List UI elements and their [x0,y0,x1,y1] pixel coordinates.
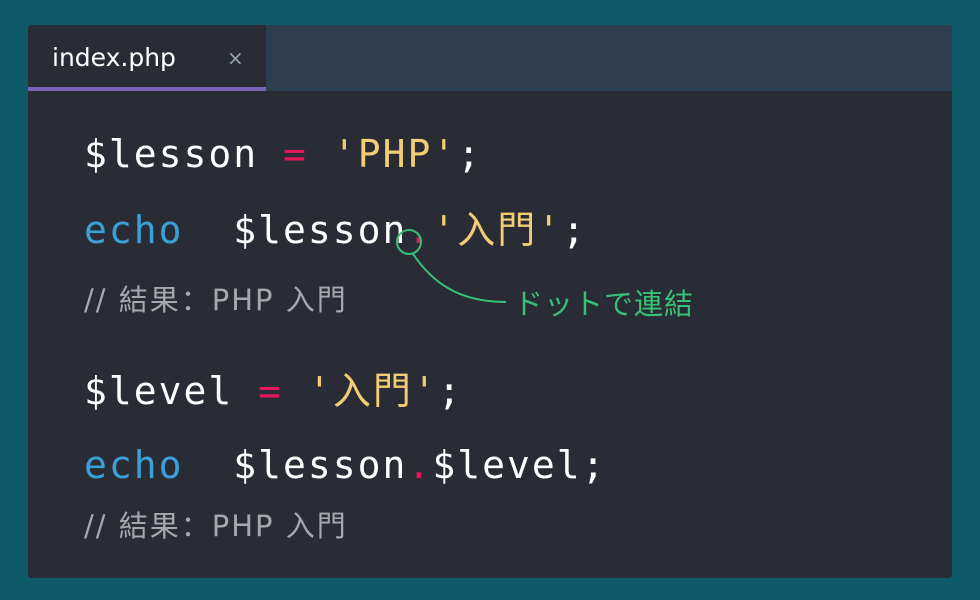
variable: $lesson [233,208,408,252]
tab-title: index.php [52,43,176,72]
assign-operator: = [283,132,308,176]
comment-line-2: // 結果：PHP 入門 [84,509,348,543]
variable: $lesson [84,132,259,176]
semicolon: ; [562,208,587,252]
comment-line-1: // 結果：PHP 入門 [84,283,348,317]
annotation-label: ドットで連結 [514,287,695,321]
tab-bar: index.php × [28,25,952,91]
active-tab-indicator [28,87,266,91]
concat-operator: . [407,208,433,252]
echo-keyword: echo [84,443,184,487]
string-literal: 'PHP' [332,132,458,176]
semicolon: ; [581,443,607,487]
string-literal: '入門' [432,208,563,252]
concat-operator: . [407,443,433,487]
echo-keyword: echo [84,208,184,252]
code-line-4: echo $lesson.$level; [84,442,607,488]
string-literal: '入門' [307,369,438,413]
code-line-1: $lesson = 'PHP'; [84,131,482,177]
tab-index-php[interactable]: index.php × [28,25,266,91]
code-line-3: $level = '入門'; [84,368,463,414]
semicolon: ; [457,132,483,176]
variable: $level [84,369,234,413]
variable: $level [432,443,582,487]
assign-operator: = [258,369,284,413]
close-icon[interactable]: × [227,45,244,71]
code-line-2: echo $lesson.'入門'; [84,207,587,253]
variable: $lesson [233,443,408,487]
semicolon: ; [437,369,463,413]
